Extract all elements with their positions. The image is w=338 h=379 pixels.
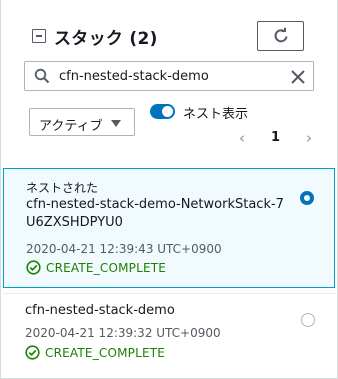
stack-select-radio[interactable] (301, 313, 315, 327)
check-circle-icon (25, 345, 40, 360)
pagination-next-button[interactable]: › (306, 129, 312, 147)
stack-timestamp: 2020-04-21 12:39:32 UTC+0900 (25, 326, 221, 340)
status-filter-dropdown[interactable]: アクティブ (29, 108, 135, 136)
clear-icon[interactable] (290, 69, 306, 85)
pagination-current-page[interactable]: 1 (271, 130, 280, 145)
stack-name: cfn-nested-stack-demo-NetworkStack-7U6ZX… (26, 197, 284, 230)
toggle-knob (162, 106, 173, 117)
caret-down-icon (111, 120, 121, 127)
status-filter-label: アクティブ (39, 119, 103, 134)
refresh-button[interactable] (257, 21, 304, 51)
check-circle-icon (26, 260, 41, 275)
nested-view-toggle[interactable] (150, 104, 175, 119)
stack-select-radio[interactable] (300, 191, 314, 205)
stack-name: cfn-nested-stack-demo (25, 303, 175, 318)
stacks-panel: スタック (2) アクティブ ネスト表示 ‹ 1 › ネストされた cfn-ne… (0, 0, 338, 379)
stack-timestamp: 2020-04-21 12:39:43 UTC+0900 (26, 242, 222, 256)
stack-status-text: CREATE_COMPLETE (45, 346, 166, 360)
stack-status-text: CREATE_COMPLETE (46, 261, 167, 275)
search-box (24, 61, 314, 91)
refresh-icon (274, 27, 288, 43)
stack-list-item[interactable]: ネストされた cfn-nested-stack-demo-NetworkStac… (3, 168, 335, 288)
collapse-icon[interactable] (32, 29, 46, 43)
stack-list-item[interactable]: cfn-nested-stack-demo 2020-04-21 12:39:3… (3, 293, 335, 373)
nested-view-toggle-label: ネスト表示 (183, 107, 249, 122)
pagination-prev-button[interactable]: ‹ (239, 129, 245, 147)
nested-badge: ネストされた (26, 181, 99, 195)
search-input[interactable] (59, 66, 279, 86)
search-icon (34, 68, 50, 84)
page-title: スタック (2) (54, 29, 158, 49)
